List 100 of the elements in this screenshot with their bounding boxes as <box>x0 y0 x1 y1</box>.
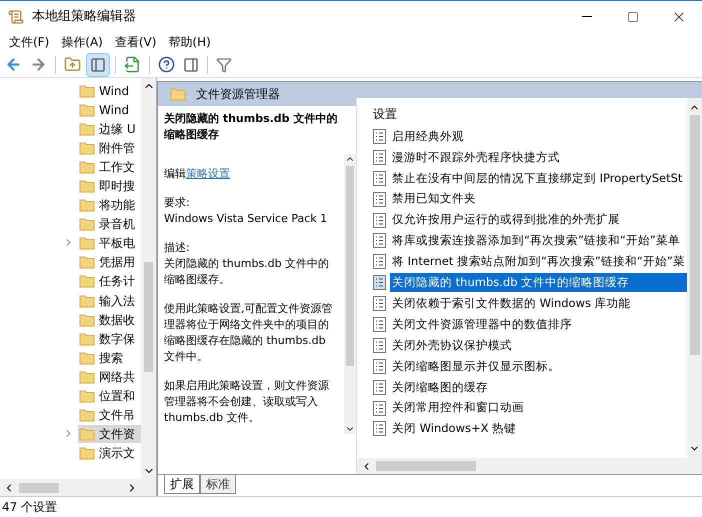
setting-row[interactable]: 关闭外壳协议保护模式 <box>390 336 687 355</box>
setting-row[interactable]: 关闭隐藏的 thumbs.db 文件中的缩略图缓存 <box>390 273 687 292</box>
tree-item[interactable]: 附件管 <box>78 138 141 157</box>
setting-row[interactable]: 关闭缩略图的缓存 <box>390 378 687 397</box>
folder-icon <box>79 179 95 194</box>
scroll-thumb[interactable] <box>144 262 153 372</box>
scrollbar[interactable] <box>141 78 156 479</box>
tree-item[interactable]: 即时搜 <box>78 177 141 196</box>
policy-icon <box>373 233 386 248</box>
filter-icon <box>216 56 232 72</box>
scroll-thumb[interactable] <box>346 166 354 366</box>
folder-icon <box>79 332 95 346</box>
scrollbar[interactable] <box>344 154 356 434</box>
setting-row[interactable]: 将 Internet 搜索站点附加到“再次搜索”链接和“开始”菜 <box>390 252 687 272</box>
tree-toggle-button[interactable] <box>86 52 110 76</box>
menu-item[interactable]: 帮助(H) <box>167 33 212 51</box>
pane-title: 文件资源管理器 <box>196 86 280 103</box>
folder-icon <box>79 122 95 136</box>
folder-icon <box>79 140 95 155</box>
tree-item[interactable]: 位置和 <box>78 387 141 406</box>
left-panel-icon <box>90 56 106 72</box>
scroll-thumb[interactable] <box>376 461 476 471</box>
help-icon <box>158 56 175 73</box>
policy-icon <box>373 192 386 207</box>
right-panel-icon <box>183 56 199 72</box>
policy-icon <box>373 338 386 353</box>
folder-icon <box>79 427 95 442</box>
menu-item[interactable]: 查看(V) <box>114 33 158 51</box>
policy-icon <box>373 170 386 186</box>
tree-item[interactable]: 边缘 U <box>78 120 141 138</box>
folder-icon <box>79 84 95 98</box>
tree-item[interactable]: 文件吊 <box>78 406 141 424</box>
folder-icon <box>79 236 95 250</box>
policy-icon <box>373 380 386 395</box>
setting-row[interactable]: 关闭文件资源管理器中的数值排序 <box>390 314 687 334</box>
tree-item[interactable]: 输入法 <box>78 292 141 310</box>
tree-item[interactable]: 数据收 <box>78 310 141 329</box>
setting-row[interactable]: 仅允许按用户运行的或得到批准的外壳扩展 <box>390 210 687 230</box>
tree-item[interactable]: 搜索 <box>78 348 141 367</box>
policy-icon <box>373 421 386 436</box>
tree-item[interactable]: 网络共 <box>78 368 141 386</box>
view-tab[interactable]: 扩展 <box>164 475 200 494</box>
setting-row[interactable]: 启用经典外观 <box>390 126 687 146</box>
setting-row[interactable]: 禁用已知文件夹 <box>390 190 687 209</box>
tree-item[interactable]: 任务计 <box>78 272 141 290</box>
scroll-thumb[interactable] <box>690 115 700 355</box>
setting-row[interactable]: 将库或搜索连接器添加到“再次搜索”链接和“开始”菜单 <box>390 231 687 250</box>
setting-row[interactable]: 关闭缩略图显示并仅显示图标。 <box>390 356 687 376</box>
folder-icon <box>79 408 95 422</box>
policy-icon <box>373 212 386 228</box>
status-text: 47 个设置 <box>1 499 58 516</box>
policy-icon <box>373 150 386 165</box>
horizontal-scrollbar[interactable] <box>357 458 702 474</box>
menu-item[interactable]: 文件(F) <box>8 33 50 51</box>
description-text: 如果启用此策略设置，则文件资源管理器将不会创建、读取或写入 thumbs.db 文件。 <box>164 378 330 426</box>
policy-settings-link[interactable]: 策略设置 <box>186 167 230 180</box>
window-title: 本地组策略编辑器 <box>32 8 136 26</box>
column-header[interactable]: 设置 <box>363 102 687 126</box>
maximize-icon <box>627 10 639 22</box>
tree-item[interactable]: 凭据用 <box>78 253 141 272</box>
policy-title: 关闭隐藏的 thumbs.db 文件中的缩略图缓存 <box>164 111 338 143</box>
app-icon <box>8 8 24 24</box>
scrollbar[interactable] <box>687 98 702 458</box>
setting-row[interactable]: 关闭常用控件和窗口动画 <box>390 398 687 418</box>
folder-icon <box>79 446 95 460</box>
folder-icon <box>79 217 95 232</box>
forward-arrow-icon <box>30 56 47 73</box>
setting-row[interactable]: 漫游时不跟踪外壳程序快捷方式 <box>390 148 687 167</box>
setting-row[interactable]: 关闭依赖于索引文件数据的 Windows 库功能 <box>390 294 687 314</box>
folder-icon <box>79 198 95 212</box>
tree-item[interactable]: 演示文 <box>78 444 141 462</box>
tree-item[interactable]: 将功能 <box>78 196 141 214</box>
tree-item[interactable]: 数字保 <box>78 330 141 348</box>
policy-icon <box>373 400 386 416</box>
folder-icon <box>79 255 95 270</box>
view-tab[interactable]: 标准 <box>200 475 236 494</box>
setting-row[interactable]: 关闭 Windows+X 热键 <box>390 419 687 438</box>
description-label: 描述: <box>164 240 191 256</box>
tree-item[interactable]: Wind <box>78 100 141 119</box>
policy-icon <box>373 128 386 144</box>
description-text: 关闭隐藏的 thumbs.db 文件中的缩略图缓存。 <box>164 256 330 288</box>
tree-item[interactable]: 工作文 <box>78 158 141 176</box>
folder-icon <box>79 294 95 308</box>
folder-icon <box>170 87 186 101</box>
description-text: 使用此策略设置,可配置文件资源管理器将位于网络文件夹中的项目的缩略图缓存在隐藏的 thumbs.db 文件中。 <box>164 301 334 365</box>
tree-item[interactable]: 录音机 <box>78 215 141 234</box>
policy-icon <box>373 316 386 332</box>
scroll-thumb[interactable] <box>19 482 59 492</box>
folder-icon <box>79 389 95 404</box>
tree-item[interactable]: 平板电 <box>78 234 141 252</box>
requirement-text: Windows Vista Service Pack 1 <box>164 211 328 227</box>
policy-icon <box>373 358 386 374</box>
menu-item[interactable]: 操作(A) <box>60 33 104 51</box>
folder-up-icon <box>64 56 81 73</box>
setting-row[interactable]: 禁止在没有中间层的情况下直接绑定到 IPropertySetSt <box>390 168 687 188</box>
tree-item[interactable]: 文件资 <box>78 425 141 444</box>
tree-item[interactable]: Wind <box>78 82 141 100</box>
policy-icon <box>373 275 386 290</box>
folder-icon <box>79 102 95 117</box>
horizontal-scrollbar[interactable] <box>0 479 156 496</box>
